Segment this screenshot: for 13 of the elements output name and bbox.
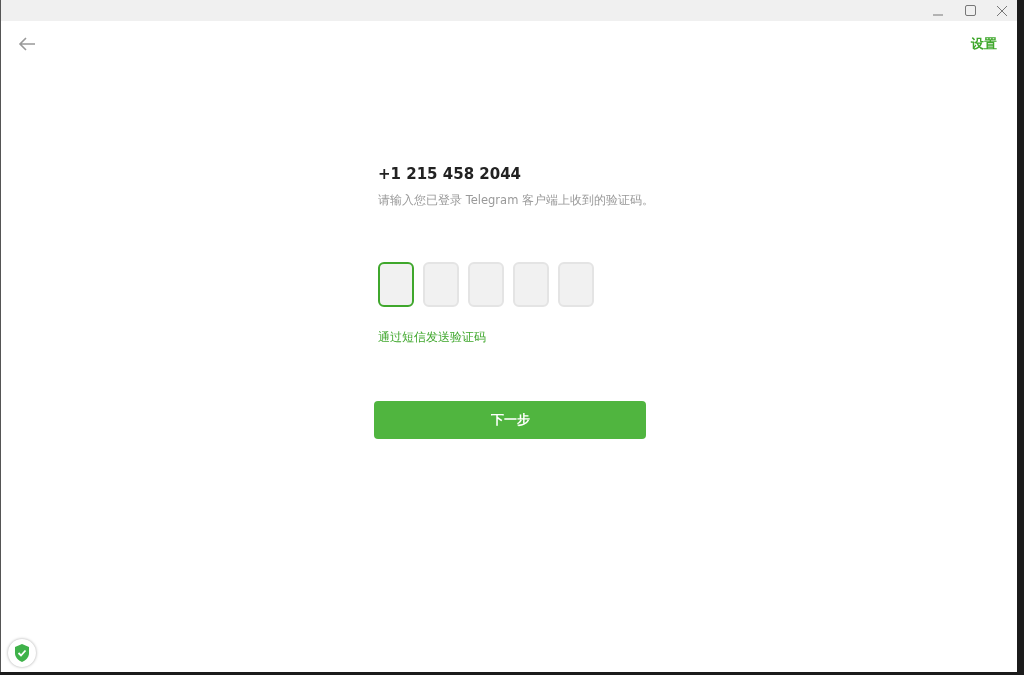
code-digit-field[interactable] (378, 262, 414, 307)
maximize-icon (964, 5, 976, 16)
settings-link[interactable]: 设置 (971, 35, 997, 53)
security-badge[interactable] (8, 639, 36, 667)
next-button[interactable]: 下一步 (374, 401, 646, 439)
back-button[interactable] (18, 37, 36, 51)
minimize-icon (933, 13, 943, 16)
sms-link[interactable]: 通过短信发送验证码 (378, 329, 486, 346)
phone-number: +1 215 458 2044 (378, 165, 523, 183)
hint-text: 请输入您已登录 Telegram 客户端上收到的验证码。 (378, 193, 649, 208)
shield-check-icon (14, 644, 30, 662)
back-arrow-icon (18, 37, 36, 51)
close-icon (997, 5, 1007, 16)
